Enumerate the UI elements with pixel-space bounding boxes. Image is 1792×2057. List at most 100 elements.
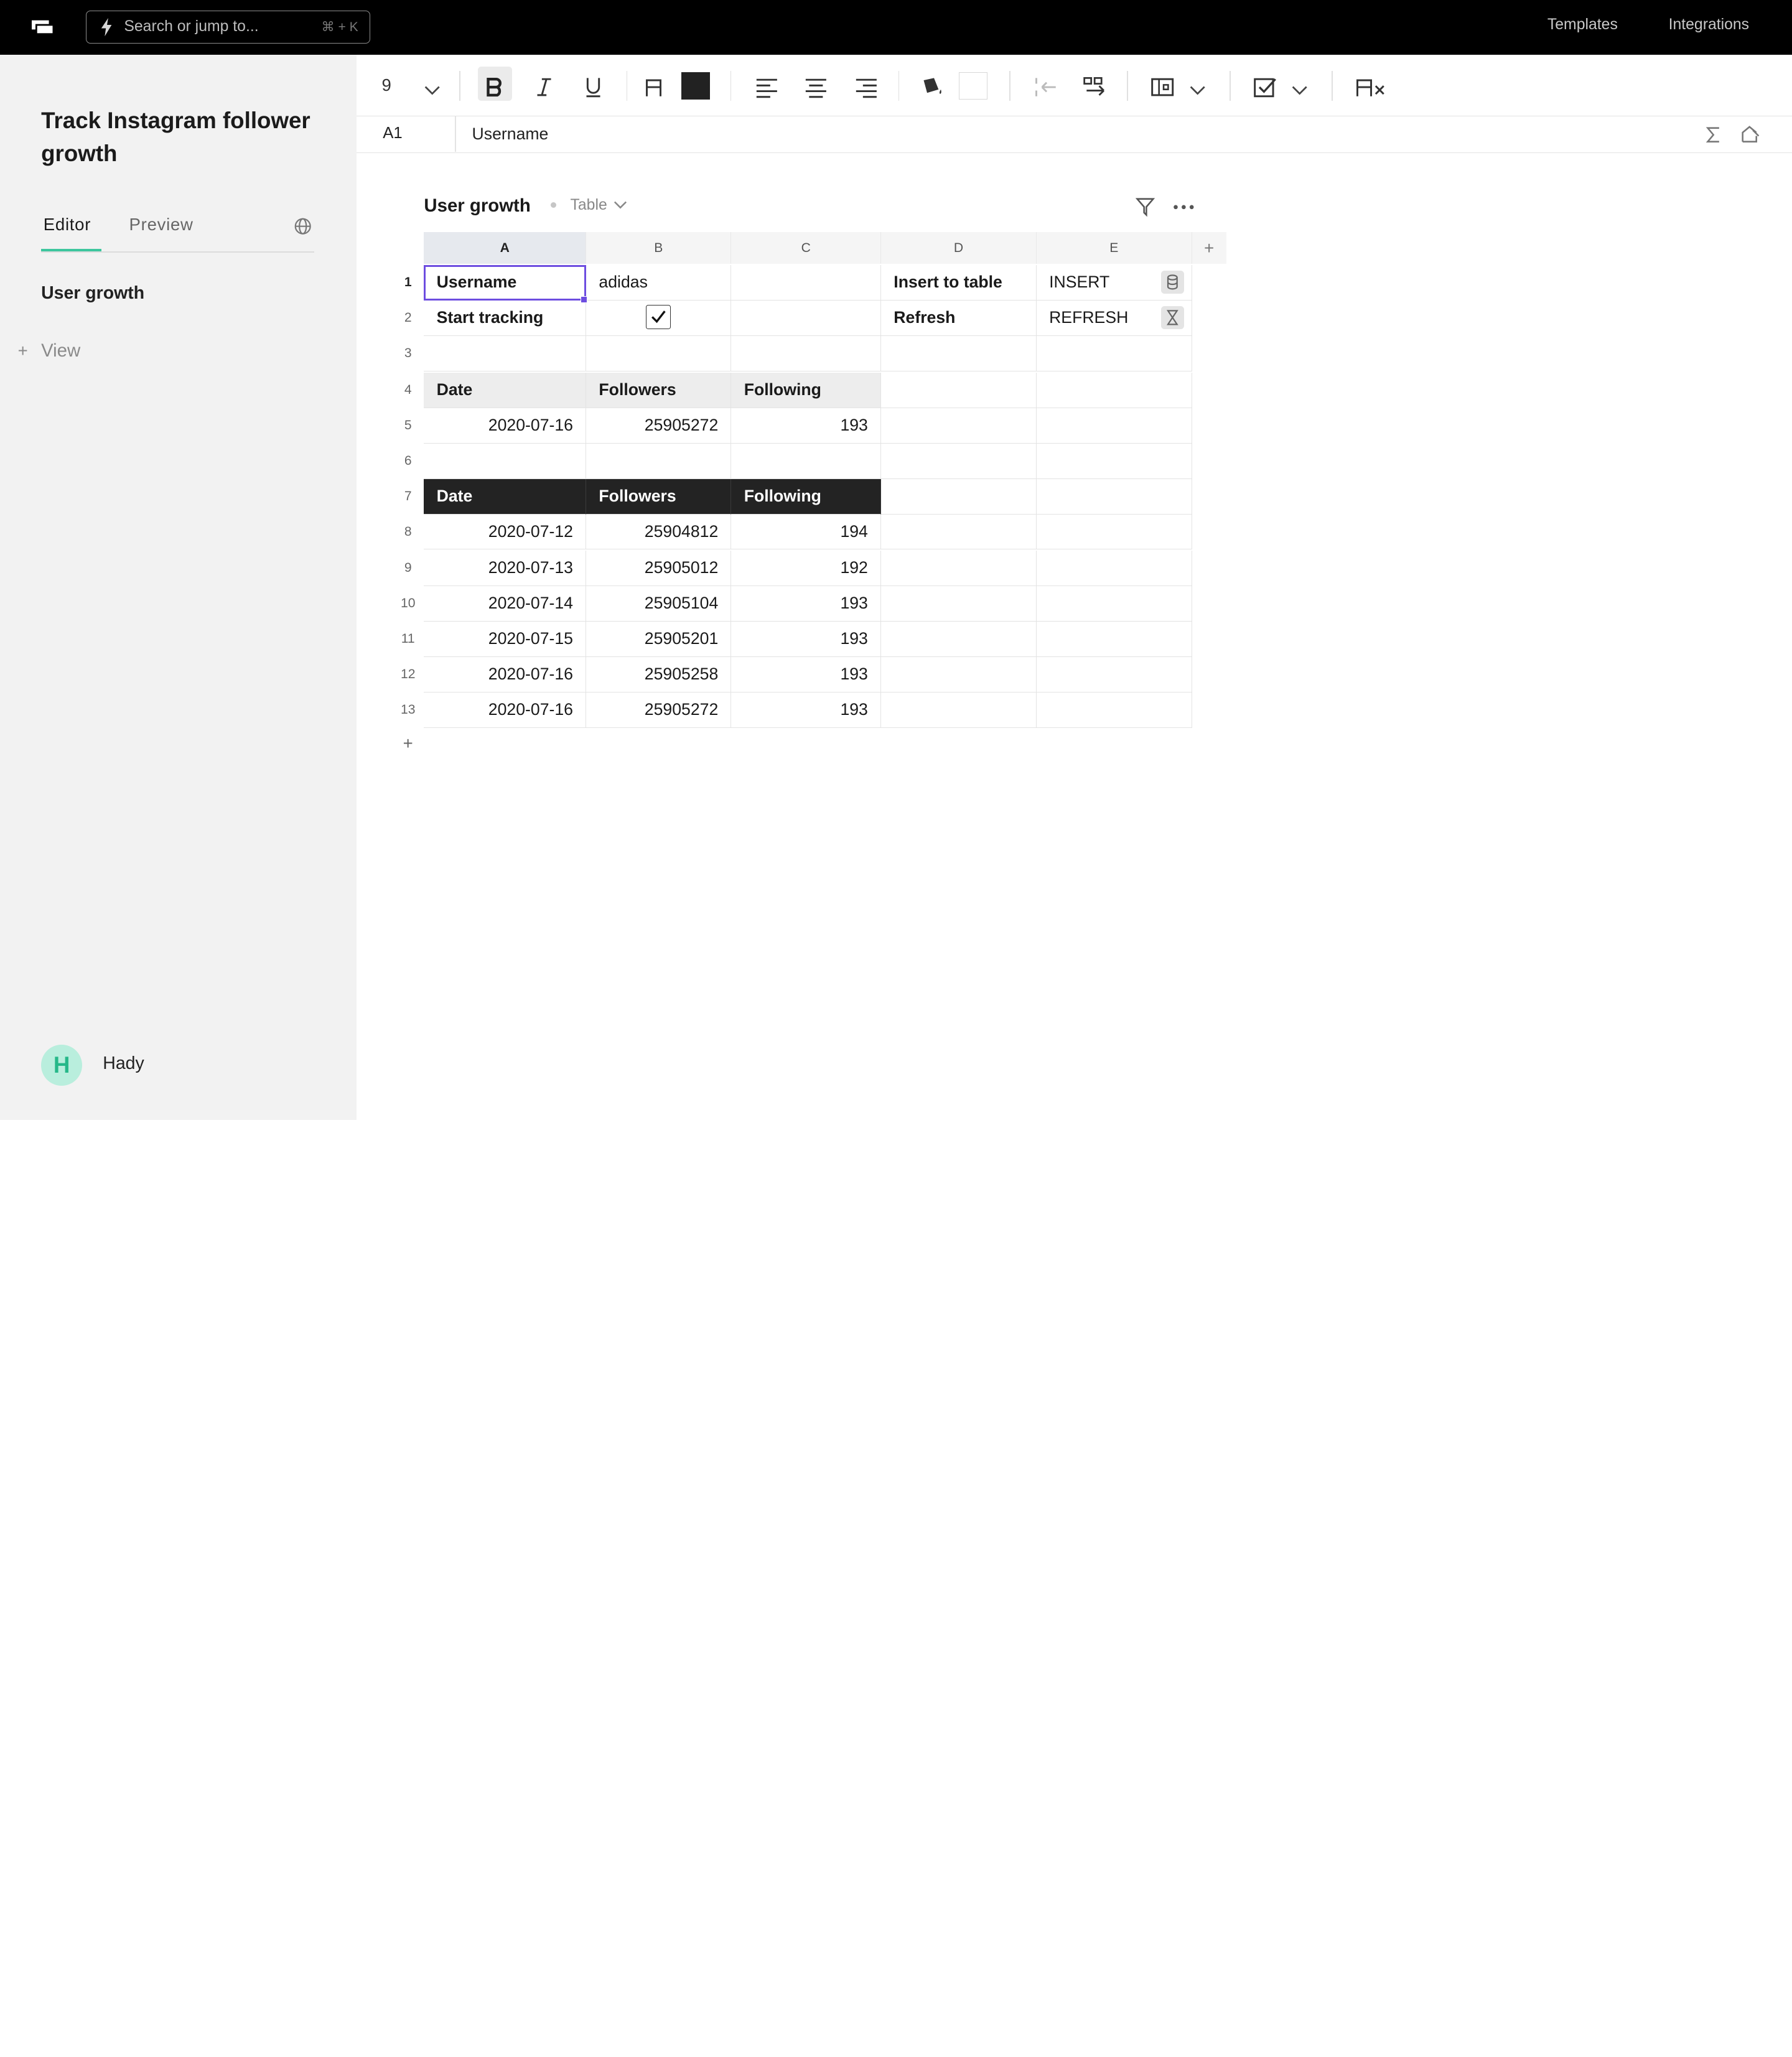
- cell-d12[interactable]: [881, 657, 1037, 693]
- align-left-icon[interactable]: [755, 74, 778, 101]
- globe-icon[interactable]: [294, 217, 312, 235]
- column-header-c[interactable]: C: [731, 231, 882, 264]
- plugin-icon[interactable]: [1740, 126, 1761, 144]
- cell-e6[interactable]: [1036, 443, 1192, 479]
- cell-d11[interactable]: [881, 622, 1037, 658]
- add-view-button[interactable]: + View: [14, 340, 81, 361]
- cell-e11[interactable]: [1036, 622, 1192, 658]
- filter-icon[interactable]: [1135, 197, 1155, 217]
- cell-b5[interactable]: 25905272: [586, 408, 732, 444]
- cell-c5[interactable]: 193: [731, 408, 882, 444]
- cell-d9[interactable]: [881, 551, 1037, 587]
- row-header[interactable]: 2: [392, 301, 424, 336]
- cell-b9[interactable]: 25905012: [586, 551, 732, 587]
- row-header[interactable]: 13: [392, 693, 424, 728]
- cell-c8[interactable]: 194: [731, 514, 882, 550]
- cell-e4[interactable]: [1036, 372, 1192, 408]
- align-right-icon[interactable]: [855, 74, 878, 101]
- align-center-icon[interactable]: [805, 74, 828, 101]
- start-tracking-checkbox[interactable]: [645, 305, 671, 329]
- cell-d1[interactable]: Insert to table: [881, 265, 1037, 301]
- cell-c10[interactable]: 193: [731, 586, 882, 622]
- database-icon[interactable]: [1161, 271, 1184, 294]
- cell-c9[interactable]: 192: [731, 551, 882, 587]
- cell-b7[interactable]: Followers: [586, 478, 732, 515]
- cell-d5[interactable]: [881, 408, 1037, 444]
- tab-editor[interactable]: Editor: [44, 215, 91, 235]
- view-type-dropdown[interactable]: Table: [571, 197, 628, 214]
- user-name[interactable]: Hady: [103, 1053, 144, 1074]
- cell-e5[interactable]: [1036, 408, 1192, 444]
- cell-a6[interactable]: [424, 443, 587, 479]
- cell-d13[interactable]: [881, 693, 1037, 728]
- cell-b1[interactable]: adidas: [586, 265, 732, 301]
- cell-e10[interactable]: [1036, 586, 1192, 622]
- cell-b13[interactable]: 25905272: [586, 693, 732, 728]
- cell-d7[interactable]: [881, 478, 1037, 515]
- chevron-down-icon[interactable]: [423, 77, 441, 104]
- row-header[interactable]: 5: [392, 408, 424, 444]
- underline-icon[interactable]: [583, 73, 604, 101]
- cell-d4[interactable]: [881, 372, 1037, 408]
- cell-b11[interactable]: 25905201: [586, 622, 732, 658]
- cell-e9[interactable]: [1036, 551, 1192, 587]
- app-logo-icon[interactable]: [32, 18, 55, 36]
- add-row-button[interactable]: +: [392, 734, 424, 753]
- cell-a11[interactable]: 2020-07-15: [424, 622, 587, 658]
- row-header[interactable]: 6: [392, 444, 424, 479]
- cell-d6[interactable]: [881, 443, 1037, 479]
- cell-reference[interactable]: A1: [383, 124, 402, 142]
- cell-c3[interactable]: [731, 335, 882, 371]
- cell-type-icon[interactable]: [1150, 73, 1175, 101]
- cell-b6[interactable]: [586, 443, 732, 479]
- cell-e12[interactable]: [1036, 657, 1192, 693]
- row-header[interactable]: 7: [392, 479, 424, 515]
- tab-preview[interactable]: Preview: [129, 215, 194, 235]
- column-header-b[interactable]: B: [586, 231, 732, 264]
- cell-a5[interactable]: 2020-07-16: [424, 408, 587, 444]
- row-header[interactable]: 9: [392, 551, 424, 586]
- row-header[interactable]: 3: [392, 336, 424, 371]
- cell-c2[interactable]: [731, 301, 882, 336]
- cell-b8[interactable]: 25904812: [586, 514, 732, 550]
- cell-e3[interactable]: [1036, 335, 1192, 371]
- avatar[interactable]: H: [41, 1044, 83, 1086]
- bold-icon[interactable]: [485, 73, 505, 101]
- cell-a4[interactable]: Date: [424, 372, 587, 408]
- row-header[interactable]: 10: [392, 586, 424, 622]
- fill-color-swatch[interactable]: [958, 72, 987, 100]
- cell-c1[interactable]: [731, 265, 882, 301]
- cell-a2[interactable]: Start tracking: [424, 301, 587, 336]
- fill-handle[interactable]: [581, 296, 588, 303]
- column-header-d[interactable]: D: [881, 231, 1037, 264]
- integrations-link[interactable]: Integrations: [1669, 16, 1750, 34]
- cell-c7[interactable]: Following: [731, 478, 882, 515]
- cell-d8[interactable]: [881, 514, 1037, 550]
- checkbox-icon[interactable]: [1253, 73, 1277, 101]
- row-header[interactable]: 1: [392, 265, 424, 301]
- cell-c13[interactable]: 193: [731, 693, 882, 728]
- templates-link[interactable]: Templates: [1547, 16, 1618, 34]
- search-input[interactable]: Search or jump to... ⌘ + K: [85, 10, 371, 44]
- cell-c11[interactable]: 193: [731, 622, 882, 658]
- italic-icon[interactable]: [534, 73, 554, 101]
- cell-a3[interactable]: [424, 335, 587, 371]
- cell-b10[interactable]: 25905104: [586, 586, 732, 622]
- row-header[interactable]: 11: [392, 622, 424, 657]
- formula-input[interactable]: Username: [472, 124, 549, 144]
- add-column-button[interactable]: +: [1192, 231, 1226, 264]
- chevron-down-icon[interactable]: [1188, 77, 1206, 104]
- cell-e8[interactable]: [1036, 514, 1192, 550]
- cell-c6[interactable]: [731, 443, 882, 479]
- fill-icon[interactable]: [920, 73, 945, 101]
- row-header[interactable]: 8: [392, 515, 424, 550]
- row-header[interactable]: 12: [392, 657, 424, 693]
- clear-format-icon[interactable]: [1354, 73, 1388, 101]
- cell-a1[interactable]: Username: [424, 265, 587, 301]
- column-header-e[interactable]: E: [1036, 231, 1192, 264]
- hourglass-icon[interactable]: [1161, 306, 1184, 329]
- cell-a13[interactable]: 2020-07-16: [424, 693, 587, 728]
- column-header-a[interactable]: A: [424, 231, 587, 264]
- cell-b3[interactable]: [586, 335, 732, 371]
- row-header[interactable]: 4: [392, 373, 424, 408]
